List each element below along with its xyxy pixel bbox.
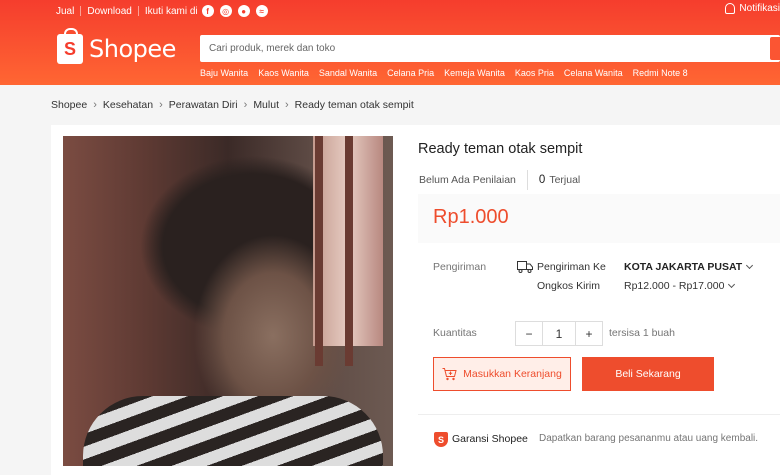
chevron-down-icon bbox=[728, 280, 736, 289]
chevron-right-icon: › bbox=[159, 99, 163, 111]
sold-label: Terjual bbox=[549, 174, 581, 186]
photo-shirt bbox=[83, 396, 383, 466]
truck-icon bbox=[517, 261, 533, 273]
add-to-cart-button[interactable]: Masukkan Keranjang bbox=[433, 357, 571, 391]
chevron-right-icon: › bbox=[93, 99, 97, 111]
notifications-link[interactable]: Notifikasi bbox=[725, 3, 780, 14]
sold-count: 0 bbox=[538, 174, 546, 186]
guarantee-description: Dapatkan barang pesananmu atau uang kemb… bbox=[539, 433, 759, 444]
breadcrumb-category[interactable]: Kesehatan bbox=[103, 99, 153, 111]
shopee-logo[interactable]: S Shopee bbox=[57, 28, 176, 64]
breadcrumb-current: Ready teman otak sempit bbox=[294, 99, 414, 111]
line-icon[interactable]: ● bbox=[237, 5, 250, 17]
notifications-label: Notifikasi bbox=[739, 3, 780, 14]
shipping-label: Pengiriman bbox=[433, 261, 487, 273]
keyword-link[interactable]: Sandal Wanita bbox=[319, 68, 377, 78]
photo-window-bar bbox=[315, 136, 323, 366]
add-to-cart-label: Masukkan Keranjang bbox=[463, 368, 562, 380]
top-bar: Jual Download Ikuti kami di f ◎ ● ≈ bbox=[56, 4, 268, 18]
shipping-to-label: Pengiriman Ke bbox=[537, 261, 606, 273]
keyword-link[interactable]: Kaos Pria bbox=[515, 68, 554, 78]
product-title: Ready teman otak sempit bbox=[418, 141, 583, 157]
quantity-stepper: − 1 + bbox=[515, 321, 603, 346]
trending-keywords: Baju Wanita Kaos Wanita Sandal Wanita Ce… bbox=[200, 68, 688, 78]
destination-text: KOTA JAKARTA PUSAT bbox=[624, 261, 743, 273]
keyword-link[interactable]: Redmi Note 8 bbox=[633, 68, 688, 78]
keyword-link[interactable]: Celana Wanita bbox=[564, 68, 623, 78]
divider bbox=[137, 6, 139, 16]
quantity-input[interactable]: 1 bbox=[542, 322, 576, 345]
rating-row: Belum Ada Penilaian 0 Terjual bbox=[419, 170, 580, 190]
stock-text: tersisa 1 buah bbox=[609, 327, 675, 339]
download-link[interactable]: Download bbox=[87, 6, 131, 17]
divider bbox=[80, 6, 82, 16]
shipping-cost-range: Rp12.000 - Rp17.000 bbox=[624, 280, 725, 292]
search-bar bbox=[200, 35, 780, 62]
messenger-icon[interactable]: ≈ bbox=[255, 5, 268, 17]
header: Jual Download Ikuti kami di f ◎ ● ≈ Noti… bbox=[0, 0, 780, 85]
instagram-icon[interactable]: ◎ bbox=[219, 5, 232, 17]
breadcrumb-subsubcategory[interactable]: Mulut bbox=[253, 99, 279, 111]
divider bbox=[526, 170, 528, 190]
price-section: Rp1.000 bbox=[418, 194, 780, 243]
product-price: Rp1.000 bbox=[433, 206, 509, 228]
increase-button[interactable]: + bbox=[576, 322, 602, 345]
keyword-link[interactable]: Kemeja Wanita bbox=[444, 68, 505, 78]
search-input[interactable] bbox=[200, 35, 760, 62]
quantity-label: Kuantitas bbox=[433, 327, 477, 339]
buy-now-button[interactable]: Beli Sekarang bbox=[582, 357, 714, 391]
shopee-bag-icon: S bbox=[57, 28, 83, 64]
chevron-down-icon bbox=[746, 261, 754, 270]
shield-icon: S bbox=[434, 432, 448, 447]
decrease-button[interactable]: − bbox=[516, 322, 542, 345]
facebook-icon[interactable]: f bbox=[201, 5, 214, 17]
sell-link[interactable]: Jual bbox=[56, 6, 74, 17]
search-button[interactable] bbox=[770, 37, 780, 60]
keyword-link[interactable]: Baju Wanita bbox=[200, 68, 248, 78]
shipping-cost-label: Ongkos Kirim bbox=[537, 280, 601, 292]
breadcrumb-home[interactable]: Shopee bbox=[51, 99, 87, 111]
chevron-right-icon: › bbox=[243, 99, 248, 111]
product-image[interactable] bbox=[63, 136, 393, 466]
keyword-link[interactable]: Celana Pria bbox=[387, 68, 434, 78]
shipping-cost[interactable]: Rp12.000 - Rp17.000 bbox=[624, 280, 736, 292]
follow-label: Ikuti kami di bbox=[144, 5, 198, 17]
guarantee-title[interactable]: Garansi Shopee bbox=[452, 433, 528, 445]
social-links: f ◎ ● ≈ bbox=[201, 5, 268, 17]
chevron-right-icon: › bbox=[285, 99, 289, 111]
breadcrumb: Shopee › Kesehatan › Perawatan Diri › Mu… bbox=[51, 99, 414, 111]
cart-plus-icon bbox=[442, 367, 457, 380]
bell-icon bbox=[725, 3, 736, 14]
divider bbox=[418, 414, 780, 415]
keyword-link[interactable]: Kaos Wanita bbox=[258, 68, 309, 78]
rating-text: Belum Ada Penilaian bbox=[419, 174, 516, 186]
logo-text: Shopee bbox=[89, 35, 176, 63]
shipping-destination[interactable]: KOTA JAKARTA PUSAT bbox=[624, 261, 754, 273]
photo-window-bar bbox=[345, 136, 353, 366]
breadcrumb-subcategory[interactable]: Perawatan Diri bbox=[169, 99, 238, 111]
